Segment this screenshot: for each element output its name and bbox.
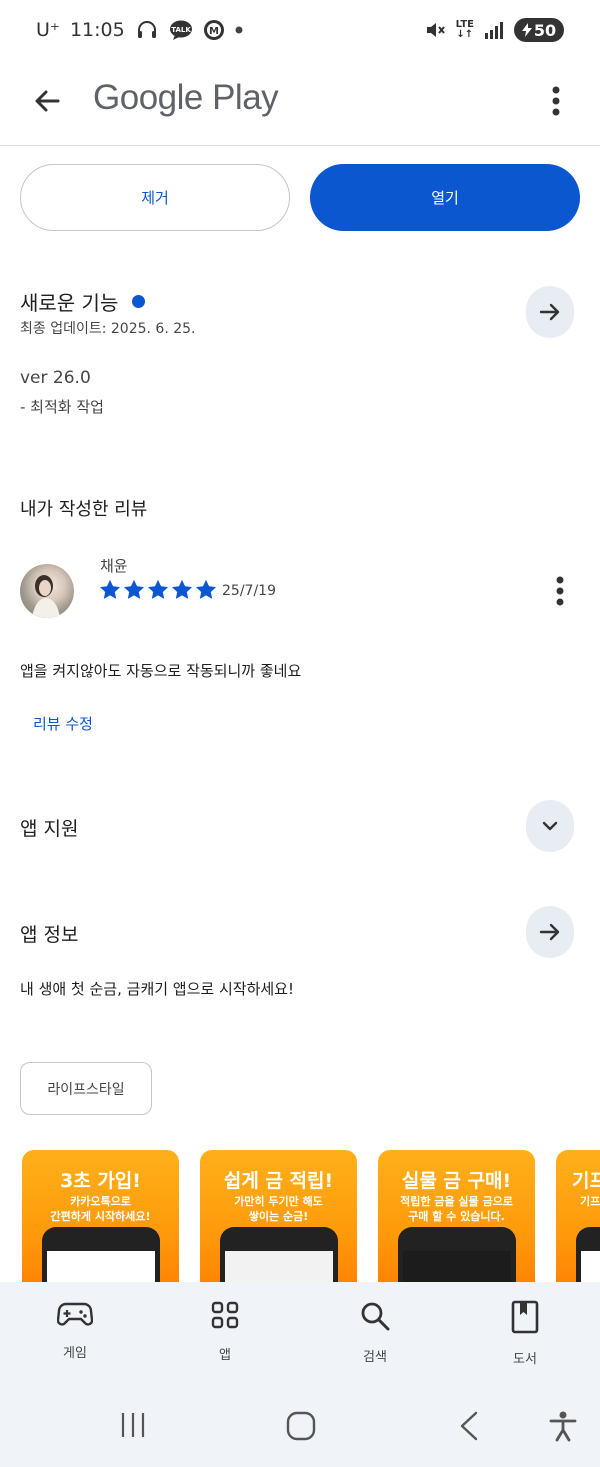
home-icon xyxy=(286,1411,316,1441)
chevron-left-icon xyxy=(460,1411,478,1441)
screenshot-title: 기프 xyxy=(572,1170,600,1192)
app-bar: Google Play xyxy=(0,62,600,146)
nav-item-books[interactable]: 도서 xyxy=(475,1300,575,1367)
version-text: ver 26.0 xyxy=(20,368,91,388)
whats-new-title: 새로운 기능 xyxy=(20,287,146,316)
battery-indicator: 50 xyxy=(514,18,564,42)
recent-apps-icon xyxy=(121,1413,145,1437)
page-title: Google Play xyxy=(93,78,279,117)
apps-grid-icon xyxy=(211,1301,239,1329)
my-review-title: 내가 작성한 리뷰 xyxy=(20,499,148,520)
status-time: 11:05 xyxy=(69,19,125,41)
star-icon xyxy=(195,579,217,599)
new-indicator-dot xyxy=(132,295,146,308)
screenshot-subtitle: 적립한 금을 실물 금으로 구매 할 수 있습니다. xyxy=(400,1195,513,1223)
open-button[interactable]: 열기 xyxy=(310,164,580,231)
accessibility-button[interactable] xyxy=(548,1410,578,1442)
about-app-arrow-button[interactable] xyxy=(526,906,574,958)
back-arrow-icon xyxy=(35,90,60,112)
system-navigation-bar xyxy=(0,1392,600,1467)
phone-mockup xyxy=(398,1227,516,1282)
review-date: 25/7/19 xyxy=(222,583,276,599)
screenshot-card[interactable]: 실물 금 구매! 적립한 금을 실물 금으로 구매 할 수 있습니다. xyxy=(378,1150,535,1282)
svg-text:M: M xyxy=(209,26,219,37)
page: U⁺ 11:05 TALK M LTE ↓↑ 50 Google Play 제거… xyxy=(0,0,600,1467)
phone-mockup xyxy=(576,1227,600,1282)
chevron-down-icon xyxy=(542,821,558,831)
headset-icon xyxy=(135,18,159,42)
screenshot-title: 실물 금 구매! xyxy=(401,1170,512,1192)
last-updated-text: 최종 업데이트: 2025. 6. 25. xyxy=(20,321,196,337)
whats-new-title-text: 새로운 기능 xyxy=(20,291,119,315)
app-support-title: 앱 지원 xyxy=(20,818,79,840)
notification-dot-icon xyxy=(235,26,243,34)
category-chip[interactable]: 라이프스타일 xyxy=(20,1062,152,1115)
review-text: 앱을 켜지않아도 자동으로 작동되니까 좋네요 xyxy=(20,662,302,680)
nav-label: 게임 xyxy=(63,1346,87,1361)
more-vert-icon xyxy=(552,86,560,116)
app-description: 내 생애 첫 순금, 금캐기 앱으로 시작하세요! xyxy=(20,980,294,998)
more-vert-icon xyxy=(556,576,564,606)
bottom-navigation: 게임 앱 검색 도서 xyxy=(0,1282,600,1392)
talk-icon: TALK xyxy=(169,19,193,41)
phone-mockup xyxy=(42,1227,160,1282)
svg-text:TALK: TALK xyxy=(171,26,191,34)
about-app-title: 앱 정보 xyxy=(20,924,79,946)
nav-item-search[interactable]: 검색 xyxy=(325,1300,425,1365)
screenshot-card[interactable]: 기프 기프 xyxy=(556,1150,600,1282)
charging-icon xyxy=(521,23,532,37)
gamepad-icon xyxy=(57,1302,93,1326)
screenshot-card[interactable]: 3초 가입! 카카오톡으로 간편하게 시작하세요! xyxy=(22,1150,179,1282)
recent-apps-button[interactable] xyxy=(118,1410,148,1440)
carrier-label: U⁺ xyxy=(36,19,60,41)
star-icon xyxy=(123,579,145,599)
star-icon xyxy=(171,579,193,599)
screenshot-title: 3초 가입! xyxy=(60,1170,141,1192)
screenshot-title: 쉽게 금 적립! xyxy=(223,1170,334,1192)
star-icon xyxy=(99,579,121,599)
accessibility-icon xyxy=(549,1411,577,1442)
screenshot-subtitle: 기프 xyxy=(580,1195,600,1208)
app-support-expand-button[interactable] xyxy=(526,800,574,852)
status-bar: U⁺ 11:05 TALK M LTE ↓↑ 50 xyxy=(0,0,600,62)
nav-item-apps[interactable]: 앱 xyxy=(175,1300,275,1363)
nav-label: 도서 xyxy=(513,1352,537,1367)
signal-icon xyxy=(484,21,504,39)
whats-new-arrow-button[interactable] xyxy=(526,286,574,338)
uninstall-button[interactable]: 제거 xyxy=(20,164,290,231)
mute-icon xyxy=(424,19,446,41)
edit-review-link[interactable]: 리뷰 수정 xyxy=(33,713,93,734)
search-icon xyxy=(361,1302,390,1331)
arrow-forward-icon xyxy=(539,303,560,321)
star-icon xyxy=(147,579,169,599)
more-options-button[interactable] xyxy=(542,80,570,122)
book-icon xyxy=(511,1300,539,1334)
release-note-text: - 최적화 작업 xyxy=(20,398,104,416)
screenshot-subtitle: 카카오톡으로 간편하게 시작하세요! xyxy=(50,1195,151,1223)
nav-label: 앱 xyxy=(219,1348,231,1363)
reviewer-name: 채윤 xyxy=(100,557,128,575)
rating-stars xyxy=(99,579,217,600)
screenshot-carousel[interactable]: 3초 가입! 카카오톡으로 간편하게 시작하세요! 쉽게 금 적립! 가만히 두기… xyxy=(0,1150,600,1282)
phone-mockup xyxy=(220,1227,338,1282)
nav-label: 검색 xyxy=(363,1350,387,1365)
lte-icon: LTE ↓↑ xyxy=(455,19,474,40)
screenshot-card[interactable]: 쉽게 금 적립! 가만히 두기만 해도 쌓이는 순금! xyxy=(200,1150,357,1282)
review-more-button[interactable] xyxy=(550,574,570,608)
m-circle-icon: M xyxy=(203,19,225,41)
back-button[interactable] xyxy=(26,80,68,122)
nav-item-games[interactable]: 게임 xyxy=(25,1300,125,1361)
arrow-forward-icon xyxy=(539,923,560,941)
system-back-button[interactable] xyxy=(456,1410,482,1442)
home-button[interactable] xyxy=(285,1410,317,1442)
screenshot-subtitle: 가만히 두기만 해도 쌓이는 순금! xyxy=(234,1195,323,1223)
avatar xyxy=(20,564,74,618)
